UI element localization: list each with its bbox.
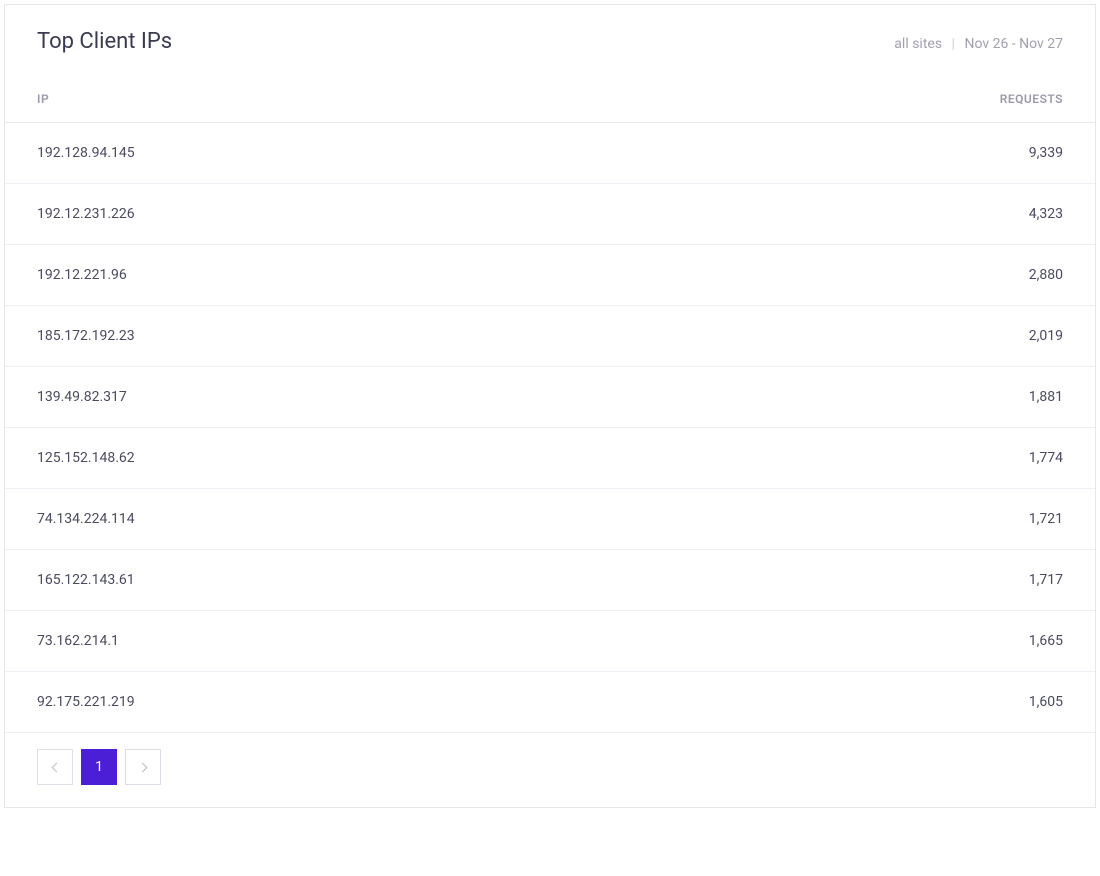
table-row[interactable]: 185.172.192.23 2,019 bbox=[5, 306, 1095, 367]
chevron-right-icon bbox=[137, 762, 147, 772]
table-row[interactable]: 74.134.224.114 1,721 bbox=[5, 489, 1095, 550]
column-header-ip[interactable]: IP bbox=[37, 92, 49, 106]
cell-ip: 92.175.221.219 bbox=[37, 694, 135, 710]
pagination: 1 bbox=[5, 733, 1095, 807]
cell-ip: 73.162.214.1 bbox=[37, 633, 119, 649]
meta-separator: | bbox=[952, 36, 955, 52]
pagination-next-button[interactable] bbox=[125, 749, 161, 785]
cell-ip: 192.12.231.226 bbox=[37, 206, 135, 222]
cell-ip: 192.12.221.96 bbox=[37, 267, 127, 283]
table-row[interactable]: 192.12.221.96 2,880 bbox=[5, 245, 1095, 306]
table-body: 192.128.94.145 9,339 192.12.231.226 4,32… bbox=[5, 122, 1095, 733]
cell-requests: 1,881 bbox=[1029, 389, 1063, 405]
cell-requests: 1,721 bbox=[1029, 511, 1063, 527]
cell-ip: 74.134.224.114 bbox=[37, 511, 135, 527]
panel-header: Top Client IPs all sites | Nov 26 - Nov … bbox=[5, 5, 1095, 74]
table-header-row: IP REQUESTS bbox=[5, 74, 1095, 122]
table-row[interactable]: 192.128.94.145 9,339 bbox=[5, 123, 1095, 184]
pagination-page-1[interactable]: 1 bbox=[81, 749, 117, 785]
cell-requests: 9,339 bbox=[1029, 145, 1063, 161]
table-row[interactable]: 92.175.221.219 1,605 bbox=[5, 672, 1095, 733]
table-row[interactable]: 192.12.231.226 4,323 bbox=[5, 184, 1095, 245]
panel-meta-scope[interactable]: all sites bbox=[894, 36, 942, 52]
cell-ip: 139.49.82.317 bbox=[37, 389, 127, 405]
top-client-ips-panel: Top Client IPs all sites | Nov 26 - Nov … bbox=[4, 4, 1096, 808]
cell-requests: 1,605 bbox=[1029, 694, 1063, 710]
cell-ip: 192.128.94.145 bbox=[37, 145, 135, 161]
table-row[interactable]: 73.162.214.1 1,665 bbox=[5, 611, 1095, 672]
table-row[interactable]: 125.152.148.62 1,774 bbox=[5, 428, 1095, 489]
cell-requests: 2,019 bbox=[1029, 328, 1063, 344]
cell-requests: 4,323 bbox=[1029, 206, 1063, 222]
cell-ip: 185.172.192.23 bbox=[37, 328, 135, 344]
panel-meta: all sites | Nov 26 - Nov 27 bbox=[894, 36, 1063, 52]
pagination-prev-button[interactable] bbox=[37, 749, 73, 785]
table-row[interactable]: 139.49.82.317 1,881 bbox=[5, 367, 1095, 428]
table-row[interactable]: 165.122.143.61 1,717 bbox=[5, 550, 1095, 611]
cell-requests: 1,717 bbox=[1029, 572, 1063, 588]
chevron-left-icon bbox=[51, 762, 61, 772]
panel-title: Top Client IPs bbox=[37, 29, 172, 54]
cell-ip: 125.152.148.62 bbox=[37, 450, 135, 466]
panel-meta-daterange[interactable]: Nov 26 - Nov 27 bbox=[964, 36, 1063, 52]
cell-requests: 2,880 bbox=[1029, 267, 1063, 283]
cell-requests: 1,774 bbox=[1029, 450, 1063, 466]
cell-ip: 165.122.143.61 bbox=[37, 572, 135, 588]
column-header-requests[interactable]: REQUESTS bbox=[1000, 92, 1063, 106]
cell-requests: 1,665 bbox=[1029, 633, 1063, 649]
